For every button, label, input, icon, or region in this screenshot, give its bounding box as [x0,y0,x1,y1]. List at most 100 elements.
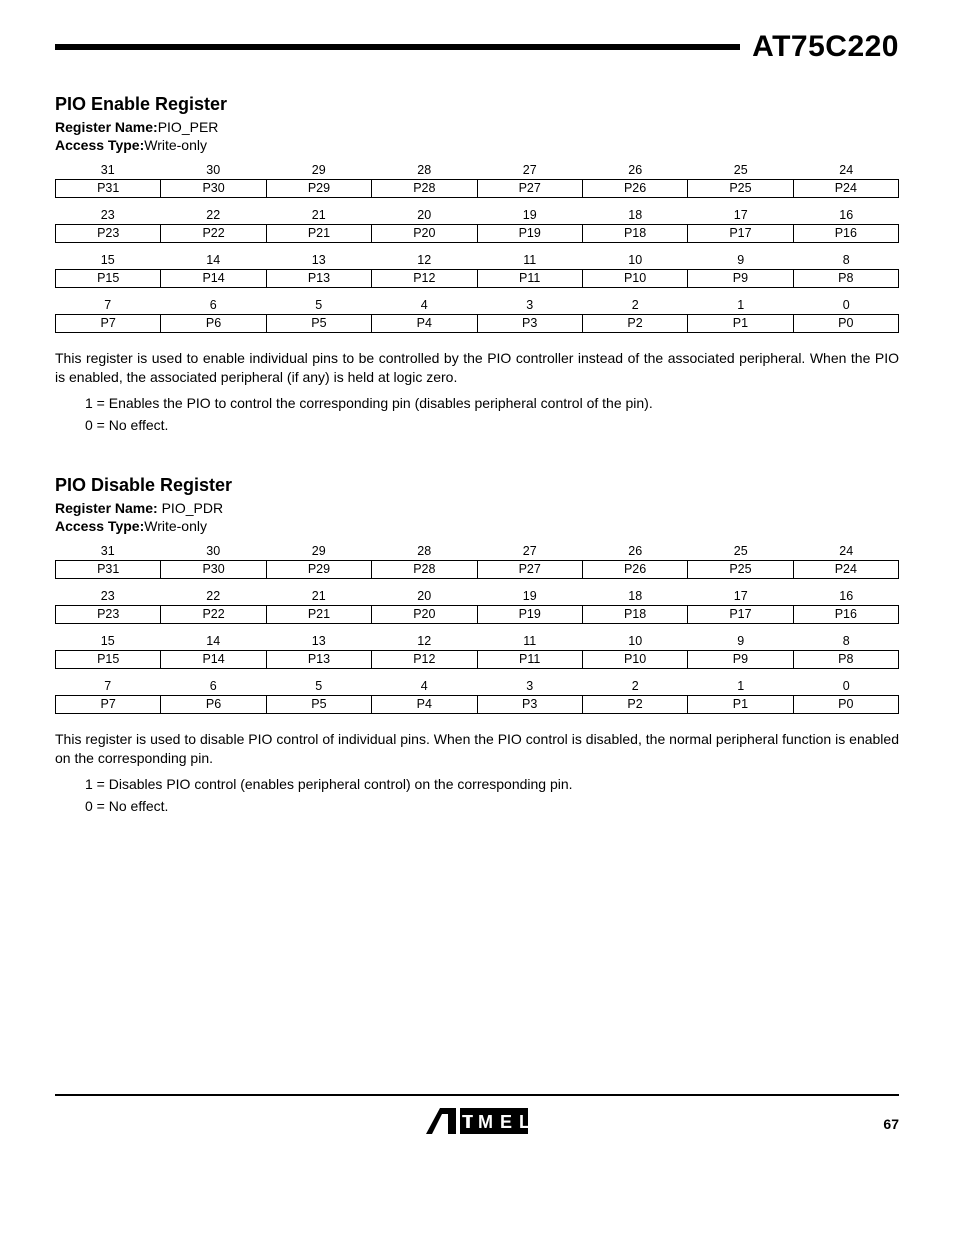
bit-number: 29 [266,161,372,179]
bit-number: 20 [372,587,478,605]
bit-number: 26 [583,542,689,560]
header-rule: AT75C220 [55,30,899,64]
bit-number: 4 [372,296,478,314]
bit-number: 26 [583,161,689,179]
bit-name: P1 [688,696,793,713]
bit-name-row: P7 P6 P5 P4 P3 P2 P1 P0 [55,314,899,333]
bit-name: P14 [161,651,266,668]
bit-number: 19 [477,587,583,605]
bit-desc-zero: 0 = No effect. [85,417,899,433]
bit-number: 20 [372,206,478,224]
bit-number: 19 [477,206,583,224]
bit-name: P22 [161,606,266,623]
bit-name: P3 [478,315,583,332]
bit-name: P23 [55,225,161,242]
bit-number: 5 [266,296,372,314]
bit-number: 14 [161,251,267,269]
bit-number: 18 [583,587,689,605]
register-name-value: PIO_PDR [162,500,223,516]
bit-name: P16 [794,225,899,242]
access-type-value: Write-only [144,137,207,153]
bit-name: P28 [372,561,477,578]
bit-number: 13 [266,632,372,650]
bit-number: 22 [161,587,267,605]
bit-name: P31 [55,180,161,197]
bit-name-row: P31 P30 P29 P28 P27 P26 P25 P24 [55,560,899,579]
bit-name: P25 [688,561,793,578]
bit-name: P0 [794,315,899,332]
register-name-value: PIO_PER [158,119,219,135]
bit-number: 30 [161,161,267,179]
bit-name: P28 [372,180,477,197]
bit-number: 12 [372,251,478,269]
bit-name: P10 [583,270,688,287]
bit-name: P25 [688,180,793,197]
bit-name: P18 [583,606,688,623]
bit-name: P19 [478,606,583,623]
svg-text:T: T [462,1112,473,1132]
bit-number: 27 [477,542,583,560]
bit-name: P27 [478,180,583,197]
bit-name: P21 [267,606,372,623]
bit-desc-zero: 0 = No effect. [85,798,899,814]
bit-number: 28 [372,542,478,560]
bit-name: P12 [372,270,477,287]
bit-number: 30 [161,542,267,560]
bit-number-row: 7 6 5 4 3 2 1 0 [55,677,899,695]
bit-number: 28 [372,161,478,179]
bit-name: P15 [55,651,161,668]
bit-name: P21 [267,225,372,242]
bit-name: P17 [688,606,793,623]
bit-name: P26 [583,180,688,197]
bit-name: P9 [688,651,793,668]
bit-number: 16 [794,587,900,605]
bit-number: 24 [794,542,900,560]
bit-number: 14 [161,632,267,650]
bit-number: 22 [161,206,267,224]
bit-name: P22 [161,225,266,242]
bit-number-row: 15 14 13 12 11 10 9 8 [55,251,899,269]
section-title: PIO Disable Register [55,475,899,496]
bit-number: 18 [583,206,689,224]
bit-name: P29 [267,180,372,197]
bit-number-row: 31 30 29 28 27 26 25 24 [55,542,899,560]
header-bar [55,44,740,50]
register-table: 31 30 29 28 27 26 25 24 P31 P30 P29 P28 … [55,542,899,714]
bit-name-row: P7 P6 P5 P4 P3 P2 P1 P0 [55,695,899,714]
bit-name: P11 [478,270,583,287]
bit-name-row: P23 P22 P21 P20 P19 P18 P17 P16 [55,224,899,243]
bit-name: P10 [583,651,688,668]
bit-name: P11 [478,651,583,668]
bit-number: 17 [688,587,794,605]
register-name-label: Register Name: [55,500,162,516]
bit-name: P3 [478,696,583,713]
bit-name: P24 [794,561,899,578]
bit-name: P20 [372,606,477,623]
bit-number: 11 [477,632,583,650]
bit-name: P18 [583,225,688,242]
bit-number: 5 [266,677,372,695]
bit-desc-one: 1 = Enables the PIO to control the corre… [85,395,899,411]
bit-number: 10 [583,632,689,650]
bit-number-row: 7 6 5 4 3 2 1 0 [55,296,899,314]
bit-name: P6 [161,315,266,332]
access-type-label: Access Type: [55,137,144,153]
bit-number: 12 [372,632,478,650]
bit-number: 2 [583,677,689,695]
bit-name: P8 [794,651,899,668]
bit-number: 3 [477,677,583,695]
bit-name: P4 [372,315,477,332]
bit-number: 15 [55,632,161,650]
page-footer: I M E L T 67 [55,1094,899,1138]
bit-name: P1 [688,315,793,332]
bit-number: 9 [688,251,794,269]
bit-name: P4 [372,696,477,713]
section-description: This register is used to enable individu… [55,349,899,387]
page-number: 67 [883,1116,899,1132]
chip-name: AT75C220 [740,30,899,64]
bit-name: P27 [478,561,583,578]
bit-number: 7 [55,677,161,695]
section-description: This register is used to disable PIO con… [55,730,899,768]
bit-number: 0 [794,677,900,695]
bit-number: 16 [794,206,900,224]
